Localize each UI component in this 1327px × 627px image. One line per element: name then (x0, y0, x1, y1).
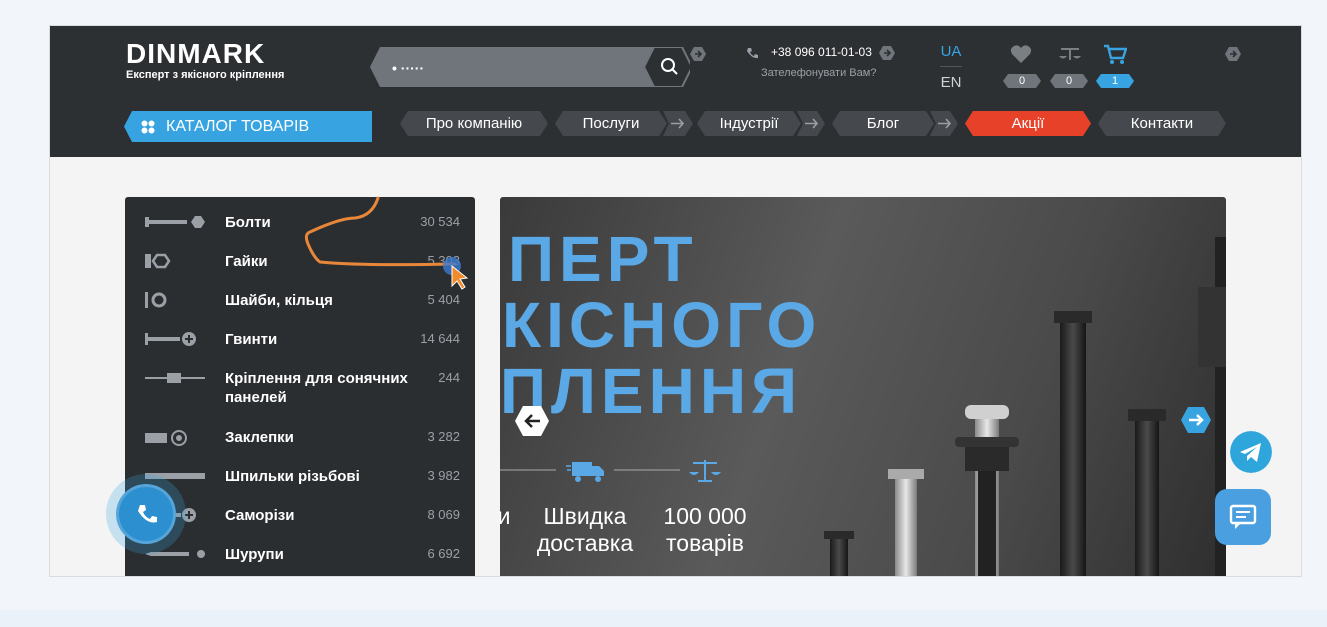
browser-viewport: DINMARK Експерт з якісного кріплення • ·… (49, 25, 1302, 577)
category-rivets[interactable]: Заклепки 3 282 (125, 423, 475, 457)
logo-subtitle: Експерт з якісного кріплення (126, 69, 285, 81)
banner-feature-goods: 100 000 товарів (663, 503, 747, 556)
cart-icon[interactable] (1103, 43, 1127, 65)
cursor-pointer-icon (443, 257, 469, 290)
heart-icon[interactable] (1010, 44, 1032, 64)
cart-badge[interactable]: 1 (1096, 74, 1134, 88)
category-name: Шурупи (225, 546, 284, 563)
nav-item-label: Акції (1011, 115, 1045, 132)
category-count: 244 (438, 370, 460, 385)
category-screws[interactable]: Гвинти 14 644 (125, 325, 475, 359)
bolt-icon (145, 216, 205, 228)
screw-icon (145, 332, 196, 346)
banner-line-2: КІСНОГО (502, 289, 822, 361)
nav-item-industries[interactable]: Індустрії (697, 111, 825, 136)
hex-arrow-icon[interactable] (1225, 46, 1241, 62)
compare-count: 0 (1065, 75, 1073, 87)
nav-item-services[interactable]: Послуги (555, 111, 693, 136)
phone-icon (747, 48, 758, 59)
hero-banner: ПЕРТ КІСНОГО ПЛЕННЯ и Швидка доставка 10… (500, 197, 1226, 576)
category-count: 14 644 (420, 331, 460, 346)
category-name: Гвинти (225, 331, 278, 348)
category-count: 3 982 (427, 468, 460, 483)
search-box (370, 47, 690, 87)
category-solar-mounts[interactable]: Кріплення для сонячних панелей 244 (125, 364, 475, 414)
search-input[interactable] (392, 58, 642, 78)
search-button[interactable] (649, 47, 691, 87)
phone-number[interactable]: +38 096 011-01-03 (771, 45, 872, 59)
category-wood-screws[interactable]: Шурупи 6 692 (125, 540, 475, 574)
category-name: Кріплення для сонячних панелей (225, 370, 408, 406)
site-header: DINMARK Експерт з якісного кріплення • ·… (50, 26, 1301, 157)
nav-item-blog[interactable]: Блог (832, 111, 958, 136)
banner-prev-arrow[interactable] (514, 405, 550, 437)
callback-link[interactable]: Зателефонувати Вам? (761, 67, 876, 79)
nav-item-promotions[interactable]: Акції (965, 111, 1091, 136)
delivery-truck-icon (566, 462, 604, 482)
nav-item-contacts[interactable]: Контакти (1098, 111, 1226, 136)
category-count: 3 282 (427, 429, 460, 444)
solar-mount-icon (145, 373, 205, 383)
banner-feature-delivery: Швидка доставка (536, 503, 634, 556)
grid-icon (141, 120, 155, 134)
lang-en[interactable]: EN (940, 74, 962, 91)
lang-ua[interactable]: UA (940, 43, 962, 60)
favorites-badge[interactable]: 0 (1003, 74, 1041, 88)
hex-arrow-icon[interactable] (690, 46, 706, 62)
callback-float-button[interactable] (106, 474, 186, 554)
nav-item-label: Контакти (1130, 115, 1194, 132)
rivet-icon (145, 430, 187, 446)
category-name: Саморізи (225, 507, 295, 524)
category-count: 6 692 (427, 546, 460, 561)
phone-icon (138, 505, 157, 523)
compare-badge[interactable]: 0 (1050, 74, 1088, 88)
page-bottom-strip (0, 610, 1327, 627)
banner-next-arrow[interactable] (1180, 406, 1212, 434)
nav-item-label: Послуги (582, 115, 640, 132)
lang-divider (940, 66, 962, 67)
bolts-illustration (824, 237, 1226, 576)
chat-icon (1229, 504, 1257, 529)
compare-scales-icon[interactable] (1058, 46, 1082, 62)
telegram-button[interactable] (1230, 431, 1272, 473)
washer-icon (145, 292, 167, 308)
category-name: Шпильки різьбові (225, 468, 360, 485)
callback-float-inner (116, 484, 176, 544)
category-count: 8 069 (427, 507, 460, 522)
banner-feature-partial: и (500, 503, 514, 530)
search-icon (661, 58, 678, 75)
nav-item-about[interactable]: Про компанію (400, 111, 548, 136)
nav-item-label: Індустрії (719, 115, 779, 132)
favorites-count: 0 (1018, 75, 1026, 87)
catalog-label: КАТАЛОГ ТОВАРІВ (166, 118, 310, 135)
nut-icon (145, 253, 171, 269)
category-name: Заклепки (225, 429, 294, 446)
cart-count: 1 (1111, 75, 1119, 87)
nav-item-label: Блог (866, 115, 900, 132)
chat-button[interactable] (1215, 489, 1271, 545)
language-switcher: UA EN (940, 43, 962, 91)
logo[interactable]: DINMARK Експерт з якісного кріплення (126, 38, 285, 82)
logo-title: DINMARK (126, 38, 266, 69)
catalog-button[interactable]: КАТАЛОГ ТОВАРІВ (124, 111, 372, 142)
hex-arrow-icon[interactable] (879, 45, 895, 61)
banner-line-1: ПЕРТ (508, 223, 698, 295)
nav-item-label: Про компанію (425, 115, 523, 132)
scales-icon (689, 460, 721, 482)
